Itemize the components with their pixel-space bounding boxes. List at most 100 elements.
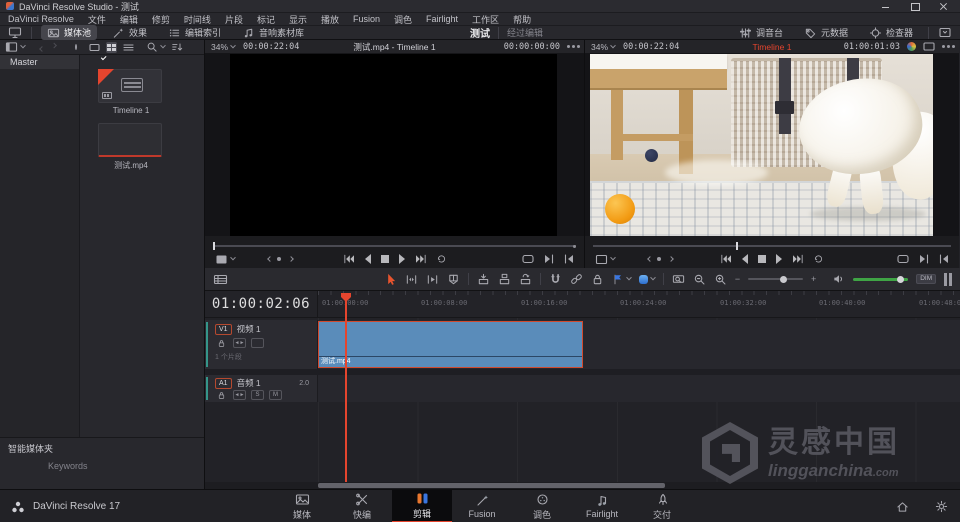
- step-back-button[interactable]: [364, 254, 372, 264]
- track-badge-a1[interactable]: A1: [215, 377, 232, 389]
- last-frame-button[interactable]: [415, 254, 427, 264]
- scrubber-playhead[interactable]: [213, 242, 215, 250]
- flag-button[interactable]: [612, 273, 632, 286]
- settings-gear-icon[interactable]: [935, 500, 948, 513]
- source-scrubber[interactable]: [213, 242, 576, 250]
- mute-button[interactable]: M: [269, 390, 282, 400]
- audio-meters-toggle[interactable]: [944, 272, 953, 286]
- menu-fusion[interactable]: Fusion: [353, 14, 380, 24]
- sound-library-button[interactable]: 音响素材库: [236, 25, 310, 40]
- track-lock-icon[interactable]: [215, 390, 228, 400]
- home-icon[interactable]: [896, 501, 909, 513]
- speaker-icon[interactable]: [832, 273, 845, 285]
- jog-control[interactable]: [645, 256, 674, 262]
- stop-button[interactable]: [380, 255, 389, 263]
- zoom-custom-button[interactable]: [714, 273, 727, 286]
- audio-track-header[interactable]: A1 音频 1 2.0 ◄► S M: [205, 375, 318, 402]
- search-icon[interactable]: [146, 41, 166, 53]
- view-filmstrip-button[interactable]: [89, 42, 100, 53]
- auto-select-toggle[interactable]: ◄►: [233, 338, 246, 348]
- minimize-button[interactable]: [881, 2, 890, 11]
- stop-button[interactable]: [758, 255, 766, 263]
- snapping-magnet-toggle[interactable]: [549, 273, 562, 286]
- viewer-zoom-select[interactable]: 34%: [591, 42, 616, 52]
- menu-edit[interactable]: 编辑: [120, 13, 138, 26]
- metadata-button[interactable]: 元数据: [798, 25, 854, 40]
- bin-item-master[interactable]: Master: [0, 55, 79, 69]
- media-pool-button[interactable]: 媒体池: [41, 25, 98, 40]
- maximize-button[interactable]: [910, 2, 920, 11]
- menu-clip[interactable]: 片段: [225, 13, 243, 26]
- record-dot-icon[interactable]: [75, 44, 77, 50]
- scrubber-playhead[interactable]: [736, 242, 739, 250]
- marker-button[interactable]: [638, 274, 656, 284]
- cinema-viewer-icon[interactable]: [8, 26, 22, 39]
- play-button[interactable]: [775, 254, 783, 264]
- match-frame-button[interactable]: [897, 254, 909, 264]
- scrollbar-thumb[interactable]: [318, 483, 665, 488]
- match-frame-button[interactable]: [522, 254, 534, 264]
- goto-in-button[interactable]: [544, 254, 554, 264]
- position-lock-toggle[interactable]: [591, 273, 604, 286]
- viewer-options-icon[interactable]: [942, 45, 945, 48]
- timeline-timecode-display[interactable]: 01:00:02:06: [205, 291, 318, 318]
- jog-control[interactable]: [265, 256, 294, 262]
- step-back-button[interactable]: [741, 254, 749, 264]
- page-tab-fusion[interactable]: Fusion: [452, 490, 512, 522]
- track-view-icon[interactable]: [251, 338, 264, 348]
- menu-view[interactable]: 显示: [289, 13, 307, 26]
- play-button[interactable]: [398, 254, 406, 264]
- page-tab-media[interactable]: 媒体: [272, 490, 332, 522]
- menu-playback[interactable]: 播放: [321, 13, 339, 26]
- loop-button[interactable]: [813, 254, 824, 264]
- view-list-button[interactable]: [123, 42, 134, 53]
- timeline-video-area[interactable]: [585, 54, 959, 236]
- zoom-detail-button[interactable]: [693, 273, 706, 286]
- sort-icon[interactable]: [171, 41, 183, 53]
- media-item-video-clip[interactable]: 测试.mp4: [98, 123, 164, 171]
- source-video-area[interactable]: [205, 54, 584, 236]
- solo-button[interactable]: S: [251, 390, 264, 400]
- audio-track-lane[interactable]: [318, 375, 960, 402]
- menu-mark[interactable]: 标记: [257, 13, 275, 26]
- aspect-overlay-select[interactable]: [595, 254, 616, 265]
- menu-davinci-resolve[interactable]: DaVinci Resolve: [8, 14, 74, 24]
- page-tab-deliver[interactable]: 交付: [632, 490, 692, 522]
- zoom-out-icon[interactable]: −: [735, 274, 740, 284]
- insert-clip-button[interactable]: [477, 273, 490, 286]
- track-lock-icon[interactable]: [215, 338, 228, 348]
- overwrite-clip-button[interactable]: [498, 273, 511, 286]
- view-thumbnail-button[interactable]: [106, 41, 117, 53]
- selection-tool[interactable]: [384, 273, 397, 286]
- dynamic-trim-tool[interactable]: [426, 273, 439, 286]
- smart-bins-header[interactable]: 智能媒体夹: [0, 438, 204, 455]
- monitor-volume-slider[interactable]: [853, 275, 909, 283]
- track-name[interactable]: 音频 1: [237, 377, 261, 389]
- track-badge-v1[interactable]: V1: [215, 323, 232, 335]
- menu-timeline[interactable]: 时间线: [184, 13, 211, 26]
- viewer-options-icon[interactable]: [567, 45, 570, 48]
- media-item-timeline-1[interactable]: Timeline 1: [98, 54, 164, 115]
- timeline-thumbnail[interactable]: [98, 54, 162, 103]
- cinema-mode-icon[interactable]: [923, 42, 935, 51]
- inspector-button[interactable]: 检查器: [863, 25, 919, 40]
- zoom-fit-button[interactable]: [672, 273, 685, 286]
- smart-bin-keywords[interactable]: Keywords: [0, 455, 204, 471]
- back-icon[interactable]: [37, 38, 45, 56]
- close-button[interactable]: [939, 2, 948, 11]
- video-track-lane[interactable]: 测试.mp4: [318, 320, 960, 369]
- page-tab-edit[interactable]: 剪辑: [392, 490, 452, 522]
- video-thumbnail[interactable]: [98, 123, 162, 157]
- goto-out-button[interactable]: [939, 254, 949, 264]
- viewer-zoom-select[interactable]: 34%: [211, 42, 236, 52]
- menu-file[interactable]: 文件: [88, 13, 106, 26]
- video-track-header[interactable]: V1 视频 1 ◄► 1 个片段: [205, 320, 318, 369]
- grade-bypass-icon[interactable]: [907, 42, 916, 51]
- menu-color[interactable]: 调色: [394, 13, 412, 26]
- menu-fairlight[interactable]: Fairlight: [426, 14, 458, 24]
- zoom-in-icon[interactable]: +: [811, 274, 816, 284]
- track-name[interactable]: 视频 1: [237, 323, 261, 335]
- effects-button[interactable]: 效果: [106, 25, 153, 40]
- mixer-button[interactable]: 调音台: [733, 25, 789, 40]
- timeline-ruler[interactable]: 01:00:00:00 01:00:08:00 01:00:16:00 01:0…: [318, 291, 960, 318]
